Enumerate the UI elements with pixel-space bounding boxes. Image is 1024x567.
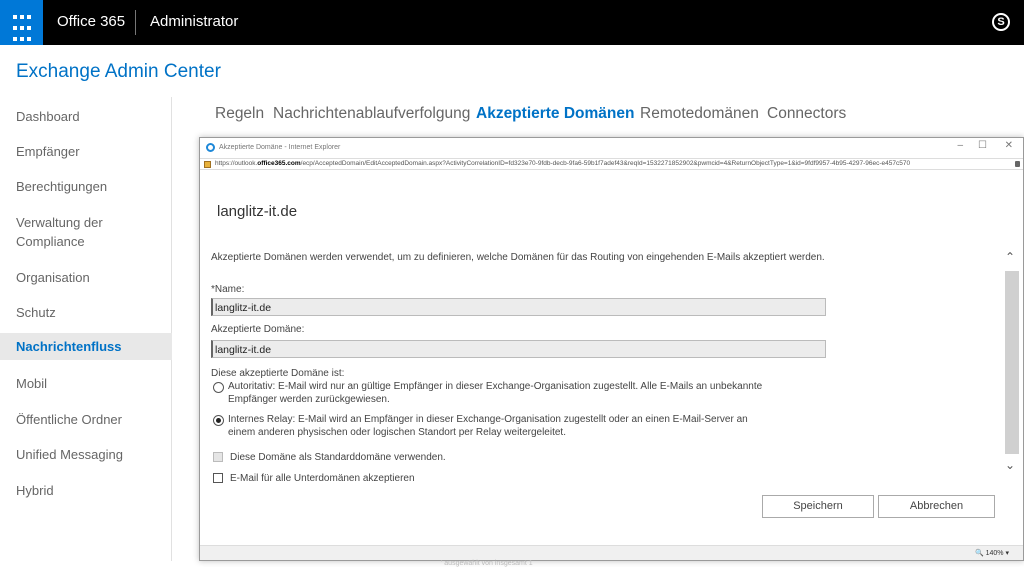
dialog-description: Akzeptierte Domänen werden verwendet, um… — [211, 252, 825, 263]
office365-title[interactable]: Office 365 — [57, 13, 125, 30]
close-icon[interactable]: ✕ — [1005, 140, 1013, 151]
nav-item-mobile[interactable]: Mobil — [0, 374, 172, 393]
checkbox[interactable] — [213, 473, 223, 483]
address-bar[interactable]: https://outlook.office365.com/ecp/Accept… — [200, 158, 1023, 170]
nav-item-permissions[interactable]: Berechtigungen — [0, 177, 172, 196]
radio-authoritative-label: Autoritativ: E-Mail wird nur an gültige … — [228, 381, 763, 405]
tab-rules[interactable]: Regeln — [215, 105, 264, 123]
checkbox-default-domain-label: Diese Domäne als Standarddomäne verwende… — [230, 452, 446, 463]
nav-item-organization[interactable]: Organisation — [0, 268, 172, 287]
dialog-heading: langlitz-it.de — [217, 203, 298, 220]
accepted-domain-field[interactable]: langlitz-it.de — [211, 340, 826, 358]
tab-remote-domains[interactable]: Remotedomänen — [640, 105, 759, 123]
radio-internal-relay-label: Internes Relay: E-Mail wird an Empfänger… — [228, 414, 748, 438]
ie-dialog-window: Akzeptierte Domäne - Internet Explorer –… — [199, 137, 1024, 567]
maximize-icon[interactable]: ☐ — [978, 140, 987, 151]
vertical-scrollbar[interactable]: ⌃ ⌄ — [1003, 250, 1019, 476]
nav-item-compliance[interactable]: Verwaltung der Compliance — [0, 213, 120, 251]
name-label: *Name: — [211, 284, 245, 295]
tab-connectors[interactable]: Connectors — [767, 105, 846, 123]
checkbox[interactable] — [213, 452, 223, 462]
ie-statusbar: ' ausgewählt von insgesamt 1 🔍 140% ▾ — [200, 545, 1023, 567]
background-status-text: ' ausgewählt von insgesamt 1 — [441, 560, 533, 567]
scrollbar-thumb[interactable] — [1005, 271, 1019, 454]
page-title: Exchange Admin Center — [16, 61, 221, 82]
nav-item-dashboard[interactable]: Dashboard — [0, 107, 172, 126]
save-button[interactable]: Speichern — [762, 495, 874, 518]
topbar-divider — [135, 10, 136, 35]
address-url[interactable]: https://outlook.office365.com/ecp/Accept… — [215, 160, 910, 167]
nav-item-recipients[interactable]: Empfänger — [0, 142, 172, 161]
ie-window-title: Akzeptierte Domäne - Internet Explorer — [219, 144, 341, 151]
left-navigation: Dashboard Empfänger Berechtigungen Verwa… — [0, 97, 172, 561]
page-icon — [204, 161, 211, 168]
nav-item-mail-flow[interactable]: Nachrichtenfluss — [0, 333, 172, 360]
nav-item-unified-messaging[interactable]: Unified Messaging — [0, 445, 172, 464]
radio-button[interactable] — [213, 382, 224, 393]
tab-accepted-domains[interactable]: Akzeptierte Domänen — [476, 105, 634, 123]
radio-button-selected[interactable] — [213, 415, 224, 426]
app-launcher-icon[interactable] — [0, 0, 43, 45]
ie-titlebar[interactable]: Akzeptierte Domäne - Internet Explorer –… — [200, 138, 1023, 158]
domain-type-label: Diese akzeptierte Domäne ist: — [211, 368, 345, 379]
chevron-up-icon[interactable]: ⌃ — [1005, 250, 1015, 264]
lock-icon — [1015, 161, 1020, 167]
office365-topbar: Office 365 Administrator S — [0, 0, 1024, 45]
skype-icon[interactable]: S — [992, 13, 1010, 31]
name-field[interactable]: langlitz-it.de — [211, 298, 826, 316]
internet-explorer-icon — [206, 143, 215, 152]
radio-internal-relay[interactable]: Internes Relay: E-Mail wird an Empfänger… — [213, 414, 773, 440]
minimize-icon[interactable]: – — [957, 140, 963, 151]
dialog-content: langlitz-it.de Akzeptierte Domänen werde… — [200, 170, 1023, 545]
tab-message-trace[interactable]: Nachrichtenablaufverfolgung — [273, 105, 470, 123]
chevron-down-icon[interactable]: ⌄ — [1005, 458, 1015, 472]
accepted-domain-label: Akzeptierte Domäne: — [211, 324, 305, 335]
nav-item-protection[interactable]: Schutz — [0, 303, 172, 322]
checkbox-subdomains-label: E-Mail für alle Unterdomänen akzeptieren — [230, 473, 415, 484]
admin-title[interactable]: Administrator — [150, 13, 238, 30]
nav-item-hybrid[interactable]: Hybrid — [0, 481, 172, 500]
radio-authoritative[interactable]: Autoritativ: E-Mail wird nur an gültige … — [213, 381, 773, 407]
cancel-button[interactable]: Abbrechen — [878, 495, 995, 518]
zoom-level[interactable]: 🔍 140% ▾ — [975, 549, 1009, 557]
nav-item-public-folders[interactable]: Öffentliche Ordner — [0, 410, 172, 429]
